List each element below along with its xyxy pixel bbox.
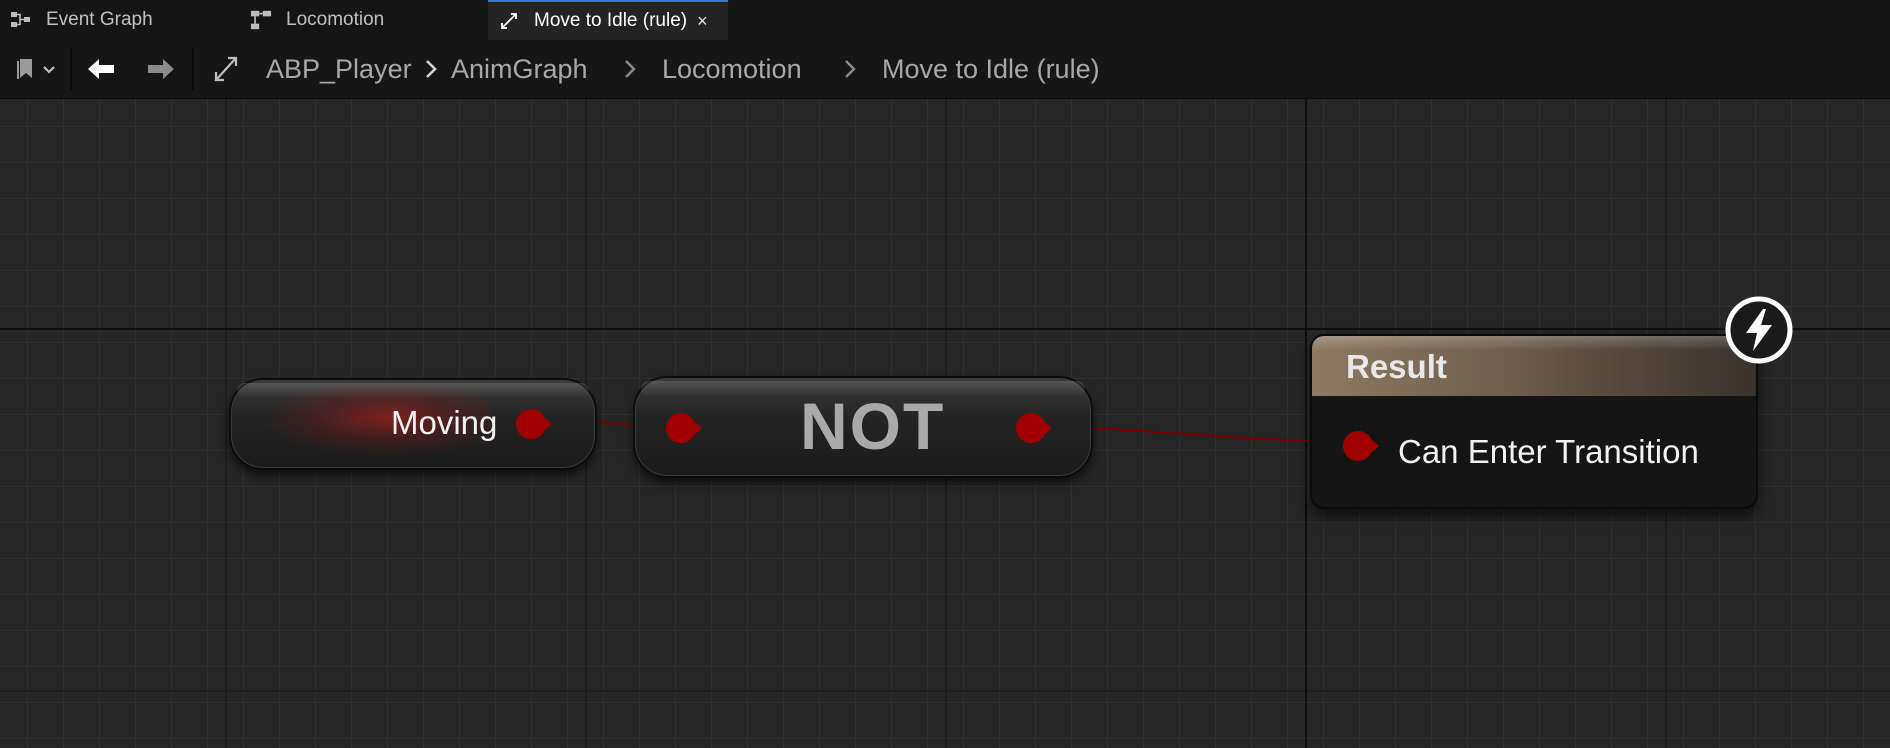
transition-icon: [498, 10, 520, 32]
bookmark-dropdown-button[interactable]: [8, 40, 64, 98]
graph-toolbar: ABP_Player AnimGraph Locomotion Move to …: [0, 40, 1890, 99]
forward-arrow-icon: [148, 59, 174, 79]
tab-locomotion[interactable]: Locomotion: [250, 0, 480, 40]
breadcrumb-chevron-icon: [623, 40, 637, 98]
tab-label: Move to Idle (rule): [534, 10, 688, 31]
boolean-output-pin[interactable]: [515, 408, 555, 440]
result-node-header: Result: [1312, 336, 1756, 396]
toolbar-divider: [192, 48, 194, 90]
result-pin-label: Can Enter Transition: [1398, 433, 1699, 470]
variable-node-label: Moving: [391, 404, 498, 441]
back-arrow-icon: [88, 59, 114, 79]
tab-label: Locomotion: [286, 9, 385, 30]
breadcrumb-abp-player[interactable]: ABP_Player: [266, 40, 412, 98]
toolbar-divider: [70, 48, 72, 90]
state-machine-icon: [250, 9, 272, 31]
close-tab-button[interactable]: ×: [697, 11, 708, 32]
boolean-input-pin[interactable]: [665, 412, 705, 444]
graph-canvas[interactable]: Moving NOT Result Can Enter Transition: [0, 99, 1890, 748]
back-button[interactable]: [80, 40, 122, 98]
tab-event-graph[interactable]: Event Graph: [10, 0, 240, 40]
can-enter-transition-input-pin[interactable]: [1342, 430, 1382, 462]
lightning-bolt-icon: [1725, 296, 1793, 364]
breadcrumb-chevron-icon: [843, 40, 857, 98]
tab-move-to-idle-rule[interactable]: Move to Idle (rule) ×: [488, 0, 728, 40]
document-tab-bar: Event Graph Locomotion Move to Idle (rul…: [0, 0, 1890, 40]
breadcrumb-locomotion[interactable]: Locomotion: [662, 40, 802, 98]
not-node-label: NOT: [800, 389, 946, 463]
chevron-down-icon: [43, 66, 55, 74]
transition-graph-icon: [208, 40, 244, 98]
event-graph-icon: [10, 9, 32, 31]
result-node-title: Result: [1346, 348, 1447, 385]
breadcrumb-animgraph[interactable]: AnimGraph: [451, 40, 588, 98]
boolean-output-pin[interactable]: [1015, 412, 1055, 444]
forward-button[interactable]: [140, 40, 182, 98]
bookmark-icon: [17, 59, 55, 79]
breadcrumb-chevron-icon: [424, 40, 438, 98]
tab-label: Event Graph: [46, 9, 153, 30]
breadcrumb-move-to-idle-rule[interactable]: Move to Idle (rule): [882, 40, 1100, 98]
result-node[interactable]: Result Can Enter Transition: [1310, 334, 1758, 509]
not-node[interactable]: NOT: [633, 376, 1093, 478]
variable-node-moving[interactable]: Moving: [229, 378, 597, 470]
